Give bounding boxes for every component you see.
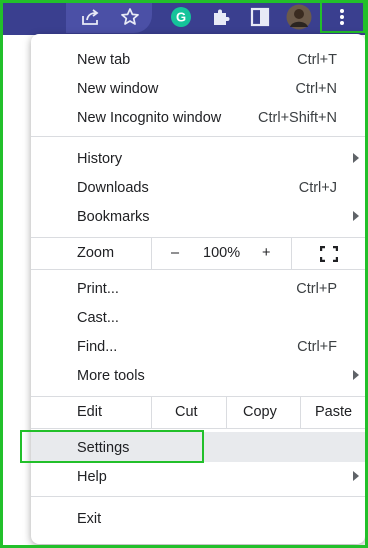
menu-item-label: New window [77,80,159,97]
menu-item-exit[interactable]: Exit [31,504,365,533]
side-panel-icon[interactable] [246,3,274,31]
fullscreen-icon[interactable] [320,246,338,262]
chrome-menu: New tab Ctrl+T New window Ctrl+N New Inc… [20,34,365,544]
edit-label: Edit [77,404,102,420]
menu-item-shortcut: Ctrl+Shift+N [258,109,337,126]
menu-item-cast[interactable]: Cast... [31,303,365,332]
menu-item-label: Cast... [77,309,119,326]
submenu-arrow-icon [353,153,359,163]
zoom-row: Zoom – 100% + [31,238,365,269]
menu-item-label: Print... [77,280,119,297]
menu-item-label: Bookmarks [77,208,150,225]
zoom-out-button[interactable]: – [171,245,179,261]
zoom-divider [291,238,292,269]
menu-item-shortcut: Ctrl+J [298,179,337,196]
menu-item-label: Find... [77,338,118,355]
submenu-arrow-icon [353,471,359,481]
browser-toolbar: G [0,0,368,35]
menu-item-label: Help [77,468,107,485]
zoom-level: 100% [203,245,241,261]
menu-item-label: History [77,150,123,167]
edit-divider [300,397,301,428]
menu-item-label: Exit [77,510,102,527]
menu-item-more-tools[interactable]: More tools [31,361,365,390]
paste-button[interactable]: Paste [315,404,352,420]
settings-highlight [20,430,204,463]
menu-divider [31,428,365,429]
menu-item-new-incognito[interactable]: New Incognito window Ctrl+Shift+N [31,103,365,132]
menu-item-shortcut: Ctrl+T [297,51,337,68]
zoom-in-button[interactable]: + [262,245,270,261]
star-icon[interactable] [116,3,144,31]
edit-divider [151,397,152,428]
zoom-divider [151,238,152,269]
menu-item-label: New Incognito window [77,109,222,126]
puzzle-icon[interactable] [207,3,235,31]
menu-item-shortcut: Ctrl+F [297,338,337,355]
menu-item-downloads[interactable]: Downloads Ctrl+J [31,173,365,202]
menu-item-help[interactable]: Help [31,462,365,491]
grammarly-icon[interactable]: G [167,3,195,31]
cut-button[interactable]: Cut [175,404,198,420]
menu-item-label: New tab [77,51,131,68]
menu-item-label: More tools [77,367,145,384]
menu-item-shortcut: Ctrl+P [296,280,337,297]
edit-divider [226,397,227,428]
submenu-arrow-icon [353,211,359,221]
zoom-label: Zoom [77,245,115,261]
menu-divider [31,269,365,270]
menu-divider [31,496,365,497]
menu-item-new-tab[interactable]: New tab Ctrl+T [31,45,365,74]
avatar[interactable] [285,3,313,31]
menu-item-print[interactable]: Print... Ctrl+P [31,274,365,303]
grammarly-letter: G [176,10,186,25]
menu-item-shortcut: Ctrl+N [295,80,338,97]
copy-button[interactable]: Copy [243,404,277,420]
menu-item-find[interactable]: Find... Ctrl+F [31,332,365,361]
submenu-arrow-icon [353,370,359,380]
menu-item-new-window[interactable]: New window Ctrl+N [31,74,365,103]
menu-button-highlight [320,0,365,33]
edit-row: Edit Cut Copy Paste [31,397,365,428]
menu-divider [31,136,365,137]
menu-item-history[interactable]: History [31,144,365,173]
menu-item-bookmarks[interactable]: Bookmarks [31,202,365,231]
share-icon[interactable] [77,3,105,31]
menu-item-label: Downloads [77,179,149,196]
